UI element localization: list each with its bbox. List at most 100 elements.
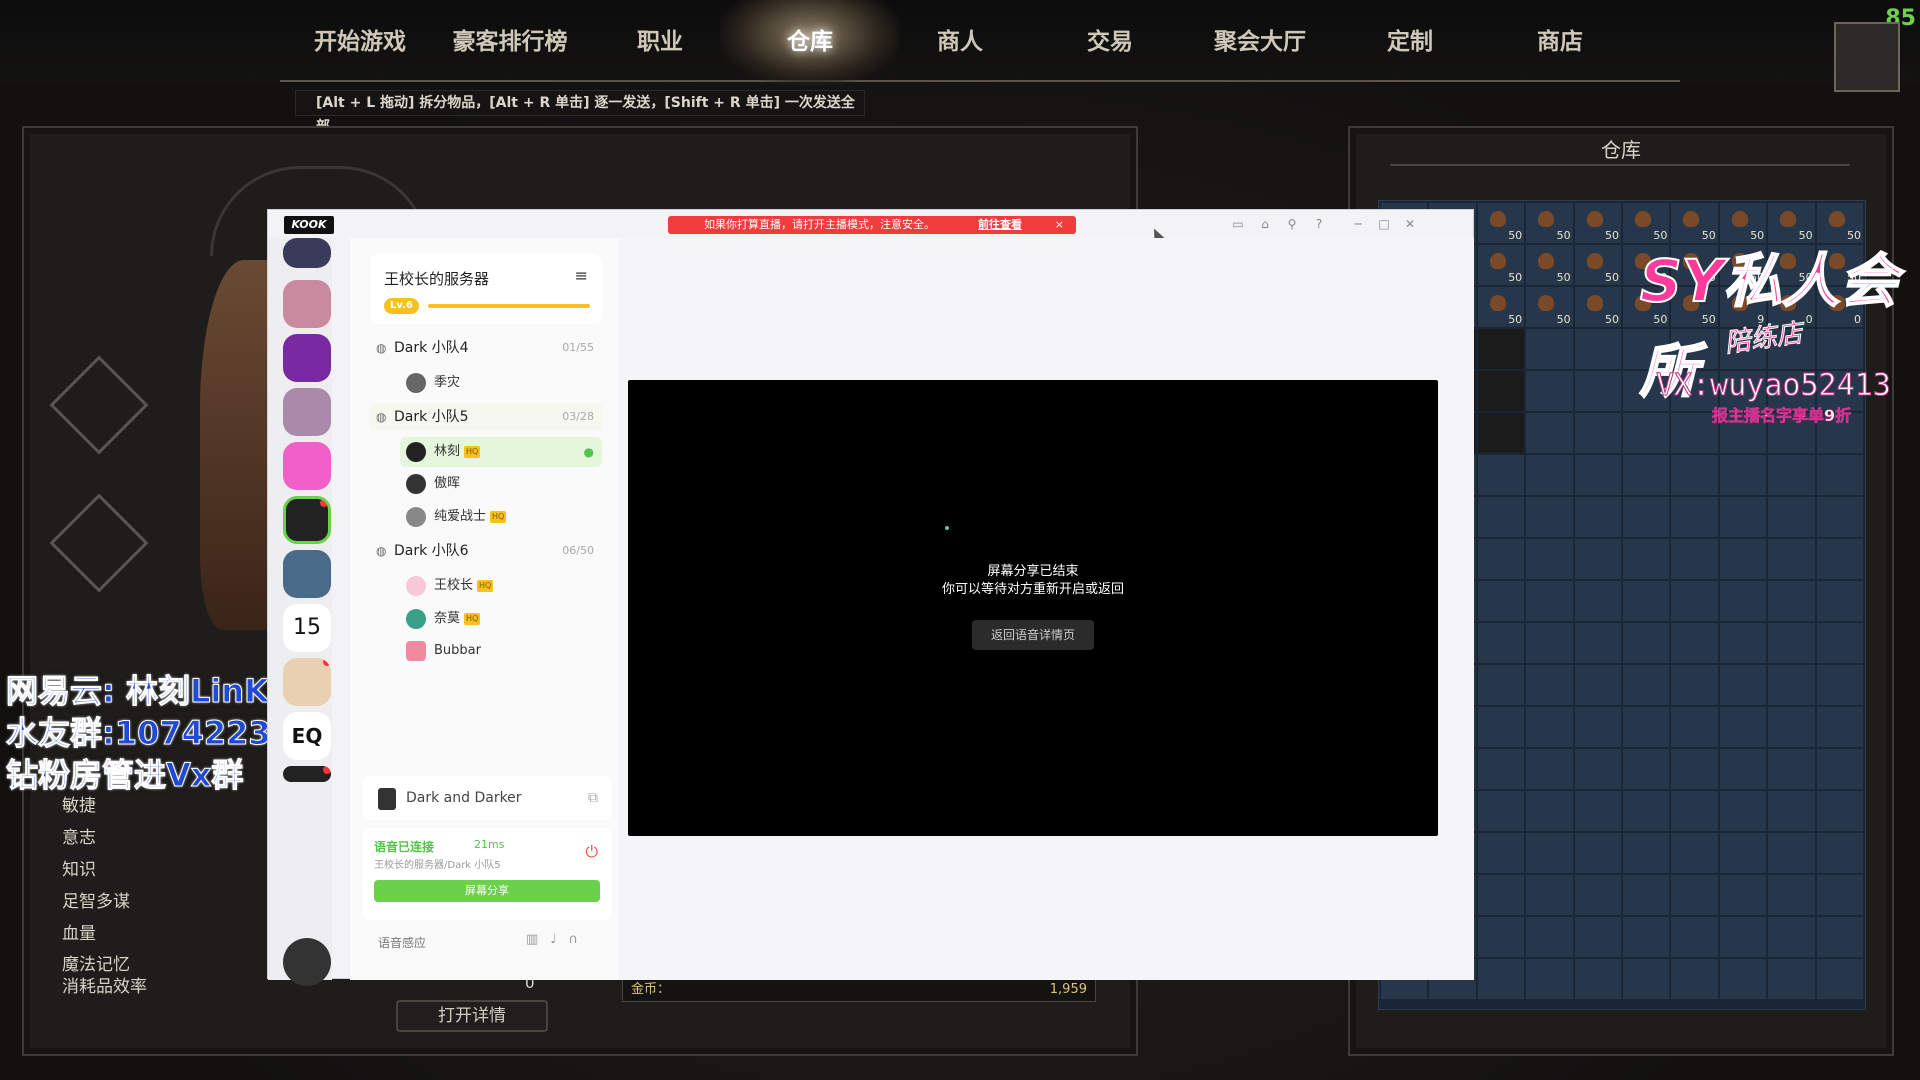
open-details-button[interactable]: 打开详情 [396,1000,548,1032]
member-item[interactable]: Bubbar [400,636,602,666]
item-slot[interactable] [1816,791,1863,831]
member-item[interactable]: 王校长 HQ [400,571,602,601]
item-slot[interactable] [1574,623,1621,663]
item-slot[interactable] [1671,413,1718,453]
empty-slot[interactable] [1477,413,1525,453]
server-icon-active[interactable] [283,496,331,544]
server-icon[interactable] [283,334,331,382]
menu-icon[interactable]: ≡ [575,266,588,285]
item-slot[interactable] [1671,791,1718,831]
item-slot[interactable] [1816,497,1863,537]
item-slot[interactable] [1719,455,1767,495]
item-slot[interactable] [1477,497,1525,537]
item-slot[interactable] [1574,917,1621,957]
nav-leaderboard[interactable]: 豪客排行榜 [445,22,575,56]
flashlight-button[interactable] [1834,22,1900,92]
item-slot[interactable] [1526,497,1573,537]
item-slot[interactable] [1477,791,1525,831]
item-slot[interactable] [1477,959,1525,999]
server-eq[interactable]: EQ [283,712,331,760]
item-slot[interactable] [1477,623,1525,663]
item-slot[interactable] [1768,749,1815,789]
gold-pouch-slot[interactable]: 50 [1574,245,1621,285]
item-slot[interactable] [1526,917,1573,957]
mic-icon[interactable]: ♩ [550,932,568,947]
nav-class[interactable]: 职业 [595,22,725,56]
server-icon[interactable] [283,658,331,706]
item-slot[interactable] [1623,917,1670,957]
item-slot[interactable] [1477,539,1525,579]
item-slot[interactable] [1816,959,1863,999]
nav-stash[interactable]: 仓库 [745,22,875,56]
gold-pouch-slot[interactable]: 50 [1574,287,1621,327]
member-item[interactable]: 纯爱战士 HQ [400,502,602,532]
item-slot[interactable] [1671,581,1718,621]
item-slot[interactable] [1623,875,1670,915]
member-item[interactable]: 傲晖 [400,469,602,499]
item-slot[interactable] [1671,623,1718,663]
gold-pouch-slot[interactable]: 50 [1526,287,1573,327]
member-item[interactable]: 奈莫 HQ [400,604,602,634]
item-slot[interactable] [1574,329,1621,369]
item-slot[interactable] [1477,875,1525,915]
close-icon[interactable]: ✕ [1403,217,1417,231]
item-slot[interactable] [1526,749,1573,789]
item-slot[interactable] [1671,455,1718,495]
item-slot[interactable] [1623,791,1670,831]
item-slot[interactable] [1477,833,1525,873]
item-slot[interactable] [1574,833,1621,873]
item-slot[interactable] [1768,539,1815,579]
item-slot[interactable] [1719,497,1767,537]
audio-controls[interactable]: ▥♩∩ [526,932,590,947]
item-slot[interactable] [1574,413,1621,453]
item-slot[interactable] [1526,581,1573,621]
item-slot[interactable] [1623,623,1670,663]
item-slot[interactable] [1671,959,1718,999]
disconnect-icon[interactable]: ⏻ [585,842,598,862]
item-slot[interactable] [1526,875,1573,915]
item-slot[interactable] [1719,917,1767,957]
screen-share-button[interactable]: 屏幕分享 [374,880,600,902]
nav-customize[interactable]: 定制 [1345,22,1475,56]
inbox-icon[interactable]: ▭ [1231,217,1245,231]
item-slot[interactable] [1526,833,1573,873]
item-slot[interactable] [1768,875,1815,915]
item-slot[interactable] [1671,539,1718,579]
equalizer-icon[interactable]: ▥ [526,932,550,947]
item-slot[interactable] [1477,665,1525,705]
item-slot[interactable] [1816,581,1863,621]
server-icon[interactable] [283,388,331,436]
item-slot[interactable] [1574,749,1621,789]
banner-close-icon[interactable]: × [1055,216,1064,234]
item-slot[interactable] [1671,875,1718,915]
item-slot[interactable] [1768,917,1815,957]
item-slot[interactable] [1623,833,1670,873]
item-slot[interactable] [1768,791,1815,831]
item-slot[interactable] [1719,749,1767,789]
item-slot[interactable] [1816,539,1863,579]
back-to-voice-button[interactable]: 返回语音详情页 [972,620,1094,650]
gold-pouch-slot[interactable]: 50 [1526,245,1573,285]
item-slot[interactable] [1526,413,1573,453]
game-activity[interactable]: Dark and Darker ⧉ [362,776,612,820]
item-slot[interactable] [1574,371,1621,411]
item-slot[interactable] [1574,497,1621,537]
item-slot[interactable] [1477,707,1525,747]
item-slot[interactable] [1477,749,1525,789]
item-slot[interactable] [1574,959,1621,999]
item-slot[interactable] [1719,959,1767,999]
item-slot[interactable] [1574,581,1621,621]
item-slot[interactable] [1623,455,1670,495]
banner-link[interactable]: 前往查看 [978,216,1022,234]
nav-shop[interactable]: 商店 [1495,22,1625,56]
item-slot[interactable] [1526,623,1573,663]
maximize-icon[interactable]: □ [1377,217,1391,231]
item-slot[interactable] [1768,581,1815,621]
voice-detect-label[interactable]: 语音感应 [378,934,426,951]
item-slot[interactable] [1671,707,1718,747]
gold-pouch-slot[interactable]: 50 [1477,287,1525,327]
item-slot[interactable] [1816,455,1863,495]
item-slot[interactable] [1768,665,1815,705]
item-slot[interactable] [1623,581,1670,621]
item-slot[interactable] [1623,959,1670,999]
